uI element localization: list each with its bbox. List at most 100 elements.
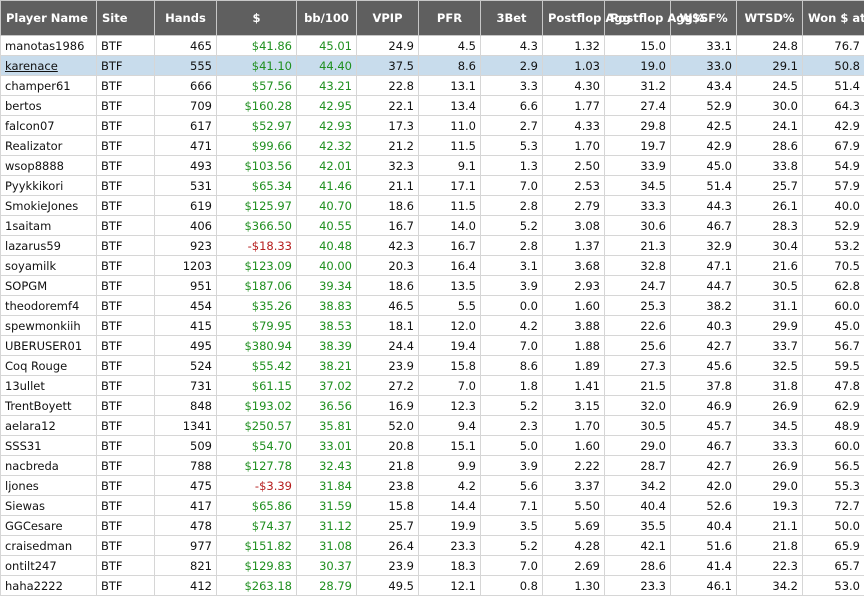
table-row[interactable]: GGCesare BTF 478 $74.37 31.12 25.7 19.9 3.5 5.69… <box>0 515 864 536</box>
cell-pfr: 13.1 <box>418 75 481 96</box>
table-row[interactable]: wsop8888 BTF 493 $103.56 42.01 32.3 9.1 1.3 2.50… <box>0 155 864 176</box>
cell-bb-per-100: 31.08 <box>296 535 357 556</box>
cell-site: BTF <box>96 255 155 276</box>
table-row[interactable]: TrentBoyett BTF 848 $193.02 36.56 16.9 12.3 5.2… <box>0 395 864 416</box>
table-row[interactable]: champer61 BTF 666 $57.56 43.21 22.8 13.1 3.3 4.3… <box>0 75 864 96</box>
cell-wssf-pct: 40.3 <box>670 315 737 336</box>
table-row[interactable]: Realizator BTF 471 $99.66 42.32 21.2 11.5 5.3 1.… <box>0 135 864 156</box>
cell-vpip: 46.5 <box>356 295 419 316</box>
cell-vpip: 27.2 <box>356 375 419 396</box>
cell-site: BTF <box>96 215 155 236</box>
cell-player-name: Pyykkikori <box>0 175 97 196</box>
cell-postflop-agg: 2.22 <box>542 455 605 476</box>
cell-vpip: 15.8 <box>356 495 419 516</box>
cell-postflop-agg: 5.50 <box>542 495 605 516</box>
column-header-player-name[interactable]: Player Name <box>0 0 97 36</box>
column-header-dollars[interactable]: $ <box>216 0 297 36</box>
cell-bb-per-100: 40.70 <box>296 195 357 216</box>
table-row[interactable]: 13ullet BTF 731 $61.15 37.02 27.2 7.0 1.8 1.41 21… <box>0 375 864 396</box>
column-header-vpip[interactable]: VPIP <box>356 0 419 36</box>
column-header-3bet[interactable]: 3Bet <box>480 0 543 36</box>
table-row[interactable]: Pyykkikori BTF 531 $65.34 41.46 21.1 17.1 7.0 2.… <box>0 175 864 196</box>
cell-hands: 1341 <box>154 415 217 436</box>
cell-player-name: SmokieJones <box>0 195 97 216</box>
column-header-pfr[interactable]: PFR <box>418 0 481 36</box>
column-header-site[interactable]: Site <box>96 0 155 36</box>
column-header-won-at-sd[interactable]: Won $ at SD <box>802 0 864 36</box>
cell-pfr: 16.7 <box>418 235 481 256</box>
column-header-postflop-agg[interactable]: Postflop Agg <box>542 0 631 36</box>
table-row[interactable]: craisedman BTF 977 $151.82 31.08 26.4 23.3 5.2 4… <box>0 535 864 556</box>
table-row[interactable]: haha2222 BTF 412 $263.18 28.79 49.5 12.1 0.8 1.3… <box>0 575 864 596</box>
cell-site: BTF <box>96 175 155 196</box>
cell-hands: 666 <box>154 75 217 96</box>
table-row[interactable]: ljones BTF 475 -$3.39 31.84 23.8 4.2 5.6 3.37 34.… <box>0 475 864 496</box>
table-row[interactable]: soyamilk BTF 1203 $123.09 40.00 20.3 16.4 3.1 3.… <box>0 255 864 276</box>
cell-wtsd-pct: 19.3 <box>736 495 803 516</box>
cell-postflop-agg: 1.70 <box>542 415 605 436</box>
cell-wssf-pct: 46.9 <box>670 395 737 416</box>
table-row[interactable]: falcon07 BTF 617 $52.97 42.93 17.3 11.0 2.7 4.33… <box>0 115 864 136</box>
cell-dollars: $366.50 <box>216 215 297 236</box>
table-row[interactable]: spewmonkiih BTF 415 $79.95 38.53 18.1 12.0 4.2 3… <box>0 315 864 336</box>
cell-player-name: champer61 <box>0 75 97 96</box>
table-row[interactable]: theodoremf4 BTF 454 $35.26 38.83 46.5 5.5 0.0 1.… <box>0 295 864 316</box>
cell-vpip: 18.6 <box>356 195 419 216</box>
cell-3bet: 0.8 <box>480 575 543 596</box>
cell-won-at-sd: 62.8 <box>802 275 864 296</box>
table-row[interactable]: Coq Rouge BTF 524 $55.42 38.21 23.9 15.8 8.6 1.8… <box>0 355 864 376</box>
cell-wssf-pct: 45.7 <box>670 415 737 436</box>
cell-dollars: $99.66 <box>216 135 297 156</box>
table-row[interactable]: ontilt247 BTF 821 $129.83 30.37 23.9 18.3 7.0 2.… <box>0 555 864 576</box>
cell-postflop-agg: 1.03 <box>542 55 605 76</box>
cell-pfr: 14.0 <box>418 215 481 236</box>
cell-dollars: $52.97 <box>216 115 297 136</box>
table-row[interactable]: manotas1986 BTF 465 $41.86 45.01 24.9 4.5 4.3 1.… <box>0 35 864 56</box>
cell-wssf-pct: 42.5 <box>670 115 737 136</box>
cell-hands: 495 <box>154 335 217 356</box>
cell-wtsd-pct: 26.1 <box>736 195 803 216</box>
cell-postflop-agg-pct: 27.4 <box>604 95 671 116</box>
cell-bb-per-100: 31.84 <box>296 475 357 496</box>
cell-bb-per-100: 32.43 <box>296 455 357 476</box>
cell-postflop-agg: 4.28 <box>542 535 605 556</box>
table-row[interactable]: Siewas BTF 417 $65.86 31.59 15.8 14.4 7.1 5.50 40… <box>0 495 864 516</box>
cell-dollars: $123.09 <box>216 255 297 276</box>
table-row[interactable]: aelara12 BTF 1341 $250.57 35.81 52.0 9.4 2.3 1.7… <box>0 415 864 436</box>
cell-wtsd-pct: 24.8 <box>736 35 803 56</box>
cell-postflop-agg: 3.88 <box>542 315 605 336</box>
column-header-postflop-agg-pct[interactable]: Postflop Agg% <box>604 0 704 36</box>
table-row[interactable]: 1saitam BTF 406 $366.50 40.55 16.7 14.0 5.2 3.08… <box>0 215 864 236</box>
table-row[interactable]: lazarus59 BTF 923 -$18.33 40.48 42.3 16.7 2.8 1.… <box>0 235 864 256</box>
cell-vpip: 16.9 <box>356 395 419 416</box>
cell-3bet: 8.6 <box>480 355 543 376</box>
cell-3bet: 6.6 <box>480 95 543 116</box>
column-header-wssf-pct[interactable]: W$SF% <box>670 0 737 36</box>
cell-postflop-agg: 1.41 <box>542 375 605 396</box>
cell-won-at-sd: 40.0 <box>802 195 864 216</box>
table-row[interactable]: bertos BTF 709 $160.28 42.95 22.1 13.4 6.6 1.77 2… <box>0 95 864 116</box>
cell-postflop-agg: 3.15 <box>542 395 605 416</box>
cell-3bet: 7.0 <box>480 175 543 196</box>
table-row[interactable]: karenace BTF 555 $41.10 44.40 37.5 8.6 2.9 1.03 1… <box>0 55 864 76</box>
cell-wssf-pct: 45.0 <box>670 155 737 176</box>
table-row[interactable]: nacbreda BTF 788 $127.78 32.43 21.8 9.9 3.9 2.22… <box>0 455 864 476</box>
cell-site: BTF <box>96 395 155 416</box>
table-row[interactable]: UBERUSER01 BTF 495 $380.94 38.39 24.4 19.4 7.0 1… <box>0 335 864 356</box>
table-row[interactable]: SmokieJones BTF 619 $125.97 40.70 18.6 11.5 2.8… <box>0 195 864 216</box>
cell-postflop-agg-pct: 22.6 <box>604 315 671 336</box>
cell-won-at-sd: 55.3 <box>802 475 864 496</box>
cell-wtsd-pct: 34.2 <box>736 575 803 596</box>
column-header-bb-per-100[interactable]: bb/100 <box>296 0 357 36</box>
column-header-hands[interactable]: Hands <box>154 0 217 36</box>
cell-bb-per-100: 38.21 <box>296 355 357 376</box>
table-row[interactable]: SOPGM BTF 951 $187.06 39.34 18.6 13.5 3.9 2.93 24… <box>0 275 864 296</box>
table-row[interactable]: SSS31 BTF 509 $54.70 33.01 20.8 15.1 5.0 1.60 29.… <box>0 435 864 456</box>
cell-player-name: lazarus59 <box>0 235 97 256</box>
cell-wtsd-pct: 34.5 <box>736 415 803 436</box>
cell-3bet: 5.2 <box>480 395 543 416</box>
column-header-wtsd-pct[interactable]: WTSD% <box>736 0 803 36</box>
cell-wssf-pct: 38.2 <box>670 295 737 316</box>
cell-wssf-pct: 42.7 <box>670 335 737 356</box>
cell-wssf-pct: 46.7 <box>670 435 737 456</box>
